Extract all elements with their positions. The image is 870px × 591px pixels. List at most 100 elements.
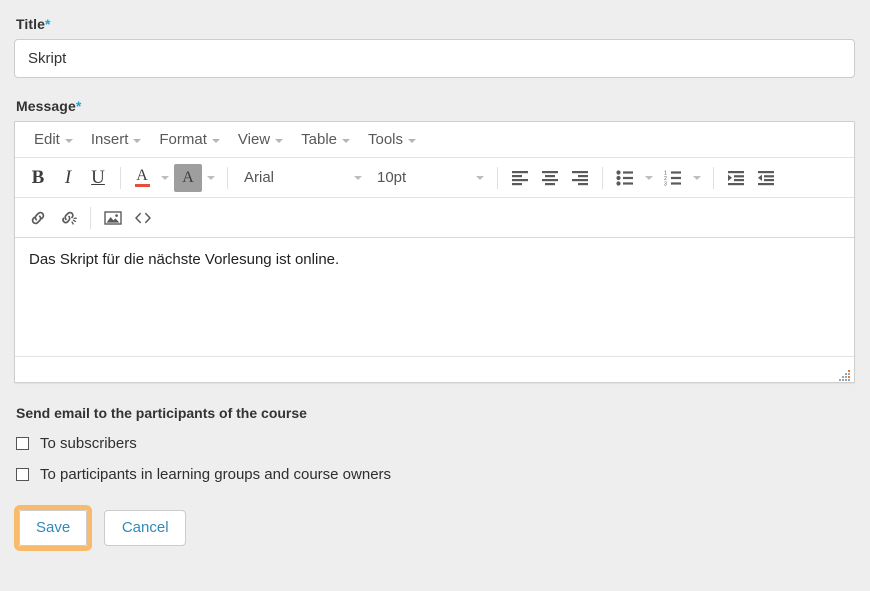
alignment-group [505,163,595,193]
font-family-value: Arial [244,169,274,186]
background-color-button[interactable]: A [174,164,202,192]
save-button[interactable]: Save [19,510,87,546]
text-style-group: B I U [23,163,113,193]
menu-insert[interactable]: Insert [82,128,151,151]
chevron-down-icon [207,176,215,180]
checkbox-row-subscribers[interactable]: To subscribers [16,435,856,452]
checkbox-label-to-subscribers[interactable]: To subscribers [40,435,137,452]
insert-link-button[interactable] [23,203,53,233]
required-asterisk-message: * [76,98,82,114]
required-asterisk: * [45,16,51,32]
message-label-text: Message [16,98,76,114]
menu-format-label: Format [159,131,207,148]
toolbar-divider [120,167,121,189]
chevron-down-icon [65,139,73,143]
editor-content-area[interactable]: Das Skript für die nächste Vorlesung ist… [15,238,854,356]
background-color-control: A [174,164,220,192]
bullet-list-icon [616,170,634,186]
background-color-icon: A [182,170,194,185]
chevron-down-icon [161,176,169,180]
chevron-down-icon [212,139,220,143]
unlink-icon [59,209,77,227]
menu-tools-label: Tools [368,131,403,148]
text-color-dropdown-arrow[interactable] [156,164,174,192]
indent-group [721,163,781,193]
toolbar-divider [713,167,714,189]
checkbox-to-subscribers[interactable] [16,437,29,450]
indent-decrease-icon [757,170,775,186]
message-field-label: Message* [16,98,856,114]
toolbar-divider [90,207,91,229]
form-page: Title* Message* Edit Insert Format View [0,0,870,551]
resize-handle[interactable] [839,368,851,380]
chevron-down-icon [476,176,484,180]
insert-image-button[interactable] [98,203,128,233]
menu-format[interactable]: Format [150,128,229,151]
cancel-button[interactable]: Cancel [104,510,186,546]
svg-text:3: 3 [664,181,667,186]
remove-link-button[interactable] [53,203,83,233]
chevron-down-icon [275,139,283,143]
underline-button[interactable]: U [83,163,113,193]
title-field-label: Title* [16,16,856,32]
align-center-icon [541,170,559,186]
font-size-select[interactable]: 10pt [368,164,490,192]
align-right-icon [571,170,589,186]
link-group [23,203,83,233]
checkbox-row-participants[interactable]: To participants in learning groups and c… [16,466,856,483]
image-icon [104,210,122,226]
menu-insert-label: Insert [91,131,129,148]
text-color-swatch [135,184,150,187]
list-group: 1 2 3 [610,163,706,193]
italic-button[interactable]: I [53,163,83,193]
align-left-icon [511,170,529,186]
editor-toolbar-row-2 [15,198,854,238]
font-family-select[interactable]: Arial [235,164,368,192]
resize-grip-icon [839,369,851,381]
media-group [98,203,158,233]
outdent-button[interactable] [751,163,781,193]
action-button-bar: Save Cancel [14,505,856,551]
menu-edit[interactable]: Edit [25,128,82,151]
chevron-down-icon [354,176,362,180]
font-size-value: 10pt [377,169,406,186]
bullet-list-button[interactable] [610,163,640,193]
chevron-down-icon [133,139,141,143]
menu-tools[interactable]: Tools [359,128,425,151]
menu-view[interactable]: View [229,128,292,151]
text-color-icon: A [136,168,148,183]
menu-view-label: View [238,131,270,148]
toolbar-divider [497,167,498,189]
align-left-button[interactable] [505,163,535,193]
code-icon [133,210,153,226]
text-color-button[interactable]: A [128,164,156,192]
numbered-list-button[interactable]: 1 2 3 [658,163,688,193]
numbered-list-dropdown-arrow[interactable] [688,164,706,192]
rich-text-editor: Edit Insert Format View Table Tools [14,121,855,383]
indent-increase-icon [727,170,745,186]
title-input[interactable] [14,39,855,78]
menu-table-label: Table [301,131,337,148]
source-code-button[interactable] [128,203,158,233]
numbered-list-icon: 1 2 3 [664,170,682,186]
text-color-control: A [128,164,174,192]
editor-toolbar-row-1: B I U A [15,158,854,198]
align-center-button[interactable] [535,163,565,193]
checkbox-to-participants[interactable] [16,468,29,481]
bullet-list-dropdown-arrow[interactable] [640,164,658,192]
background-color-dropdown-arrow[interactable] [202,164,220,192]
align-right-button[interactable] [565,163,595,193]
italic-icon: I [65,168,71,187]
toolbar-divider [602,167,603,189]
chevron-down-icon [693,176,701,180]
title-label-text: Title [16,16,45,32]
indent-button[interactable] [721,163,751,193]
link-icon [29,209,47,227]
toolbar-divider [227,167,228,189]
checkbox-label-to-participants[interactable]: To participants in learning groups and c… [40,466,391,483]
chevron-down-icon [342,139,350,143]
menu-table[interactable]: Table [292,128,359,151]
bold-button[interactable]: B [23,163,53,193]
bold-icon: B [32,168,45,187]
chevron-down-icon [408,139,416,143]
